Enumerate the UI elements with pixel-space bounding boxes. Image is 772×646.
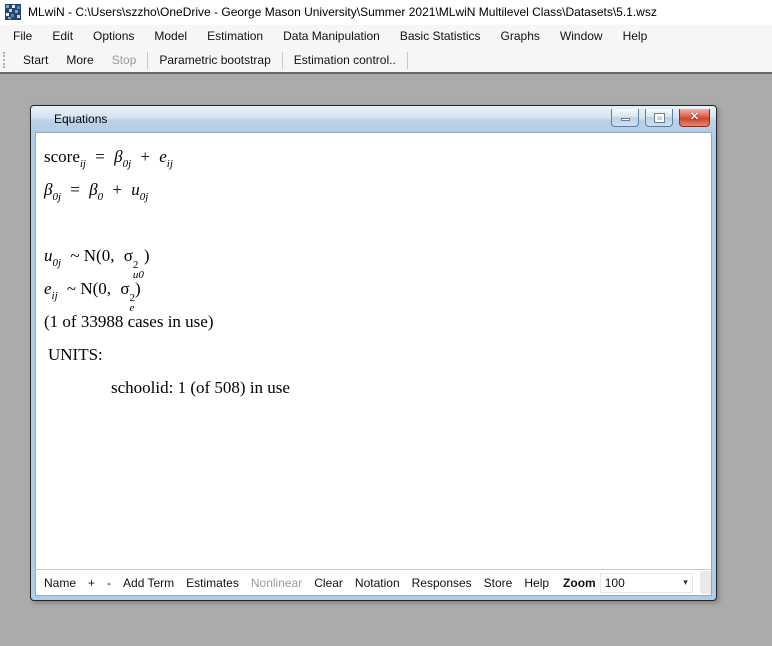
menu-graphs[interactable]: Graphs — [491, 25, 550, 48]
menu-help[interactable]: Help — [613, 25, 658, 48]
name-button[interactable]: Name — [38, 576, 82, 590]
toolbar-separator — [147, 52, 148, 69]
chevron-down-icon: ▾ — [683, 577, 688, 588]
main-window-title: MLwiN - C:\Users\szzho\OneDrive - George… — [28, 5, 657, 19]
beta0j-subscript: 0j — [123, 158, 132, 170]
equations-titlebar[interactable]: Equations ✕ — [31, 106, 716, 132]
menu-basic-statistics[interactable]: Basic Statistics — [390, 25, 491, 48]
response-term: score — [44, 147, 80, 166]
close-button[interactable]: ✕ — [679, 109, 710, 127]
beta0j-subscript: 0j — [52, 191, 61, 203]
menu-estimation[interactable]: Estimation — [197, 25, 273, 48]
u0j-subscript: 0j — [53, 257, 62, 269]
zoom-dropdown[interactable]: 100 ▾ — [600, 573, 693, 593]
stop-button: Stop — [103, 49, 146, 71]
menu-file[interactable]: File — [3, 25, 42, 48]
units-label: UNITS: — [44, 338, 711, 371]
zoom-label: Zoom — [555, 576, 600, 590]
sigma-u-term: σ — [124, 246, 133, 265]
add-level-button[interactable]: + — [82, 576, 101, 590]
mdi-client-area: Equations ✕ scoreij = β — [0, 74, 772, 646]
estimation-control-button[interactable]: Estimation control.. — [285, 49, 405, 71]
plus-sign: + — [140, 147, 150, 166]
beta0-subscript: 0 — [98, 191, 104, 203]
main-titlebar[interactable]: MLwiN - C:\Users\szzho\OneDrive - George… — [0, 0, 772, 24]
equations-window-title: Equations — [54, 112, 611, 126]
menu-options[interactable]: Options — [83, 25, 144, 48]
u0j-term: u — [44, 246, 53, 265]
equations-window: Equations ✕ scoreij = β — [30, 105, 717, 601]
equation-level1-distribution[interactable]: eij ~ N(0, σ2e) — [44, 272, 711, 305]
menu-data-manipulation[interactable]: Data Manipulation — [273, 25, 390, 48]
close-paren: ) — [135, 279, 141, 298]
parametric-bootstrap-button[interactable]: Parametric bootstrap — [150, 49, 279, 71]
normal-distribution: ~ N(0, — [70, 246, 114, 265]
equation-response-model[interactable]: scoreij = β0j + eij — [44, 140, 711, 173]
equations-footer-toolbar: Name + - Add Term Estimates Nonlinear Cl… — [35, 569, 712, 596]
estimation-toolbar: Start More Stop Parametric bootstrap Est… — [0, 48, 772, 72]
beta0-term: β — [89, 180, 97, 199]
u0j-subscript: 0j — [140, 191, 149, 203]
remove-level-button[interactable]: - — [101, 576, 117, 590]
menu-model[interactable]: Model — [144, 25, 197, 48]
units-schoolid-text: schoolid: 1 (of 508) in use — [44, 371, 711, 404]
more-button[interactable]: More — [57, 49, 102, 71]
notation-button[interactable]: Notation — [349, 576, 406, 590]
restore-button[interactable] — [645, 109, 673, 127]
add-term-button[interactable]: Add Term — [117, 576, 180, 590]
residual-term: e — [159, 147, 167, 166]
restore-icon — [655, 114, 664, 122]
sigma-e-term: σ — [120, 279, 129, 298]
menu-bar: File Edit Options Model Estimation Data … — [0, 24, 772, 48]
start-button[interactable]: Start — [14, 49, 57, 71]
cases-in-use-text: (1 of 33988 cases in use) — [44, 305, 711, 338]
window-controls: ✕ — [611, 109, 710, 127]
mlwin-app-icon — [5, 4, 21, 20]
minimize-icon — [621, 118, 630, 121]
equation-blank-line — [44, 206, 711, 239]
clear-button[interactable]: Clear — [308, 576, 349, 590]
equals-sign: = — [70, 180, 80, 199]
plus-sign: + — [112, 180, 122, 199]
equation-level2-distribution[interactable]: u0j ~ N(0, σ2u0) — [44, 239, 711, 272]
minimize-button[interactable] — [611, 109, 639, 127]
menu-edit[interactable]: Edit — [42, 25, 83, 48]
close-paren: ) — [144, 246, 150, 265]
u0j-term: u — [131, 180, 140, 199]
toolbar-separator — [407, 52, 408, 69]
equation-intercept-model[interactable]: β0j = β0 + u0j — [44, 173, 711, 206]
estimates-button[interactable]: Estimates — [180, 576, 245, 590]
mlwin-application-window: MLwiN - C:\Users\szzho\OneDrive - George… — [0, 0, 772, 646]
toolbar-separator — [282, 52, 283, 69]
response-subscript: ij — [80, 158, 86, 170]
eij-term: e — [44, 279, 52, 298]
normal-distribution: ~ N(0, — [67, 279, 111, 298]
store-button[interactable]: Store — [478, 576, 519, 590]
toolbar-grip-icon[interactable] — [3, 52, 10, 68]
help-button[interactable]: Help — [518, 576, 555, 590]
equals-sign: = — [95, 147, 105, 166]
eij-subscript: ij — [52, 290, 58, 302]
residual-subscript: ij — [167, 158, 173, 170]
beta0j-term: β — [114, 147, 122, 166]
zoom-value: 100 — [605, 576, 625, 590]
close-icon: ✕ — [690, 112, 699, 123]
menu-window[interactable]: Window — [550, 25, 613, 48]
nonlinear-button: Nonlinear — [245, 576, 308, 590]
footer-toolbar-filler — [700, 571, 711, 594]
responses-button[interactable]: Responses — [406, 576, 478, 590]
equations-content: scoreij = β0j + eij β0j = β0 + u0j u0j ~… — [35, 132, 712, 569]
